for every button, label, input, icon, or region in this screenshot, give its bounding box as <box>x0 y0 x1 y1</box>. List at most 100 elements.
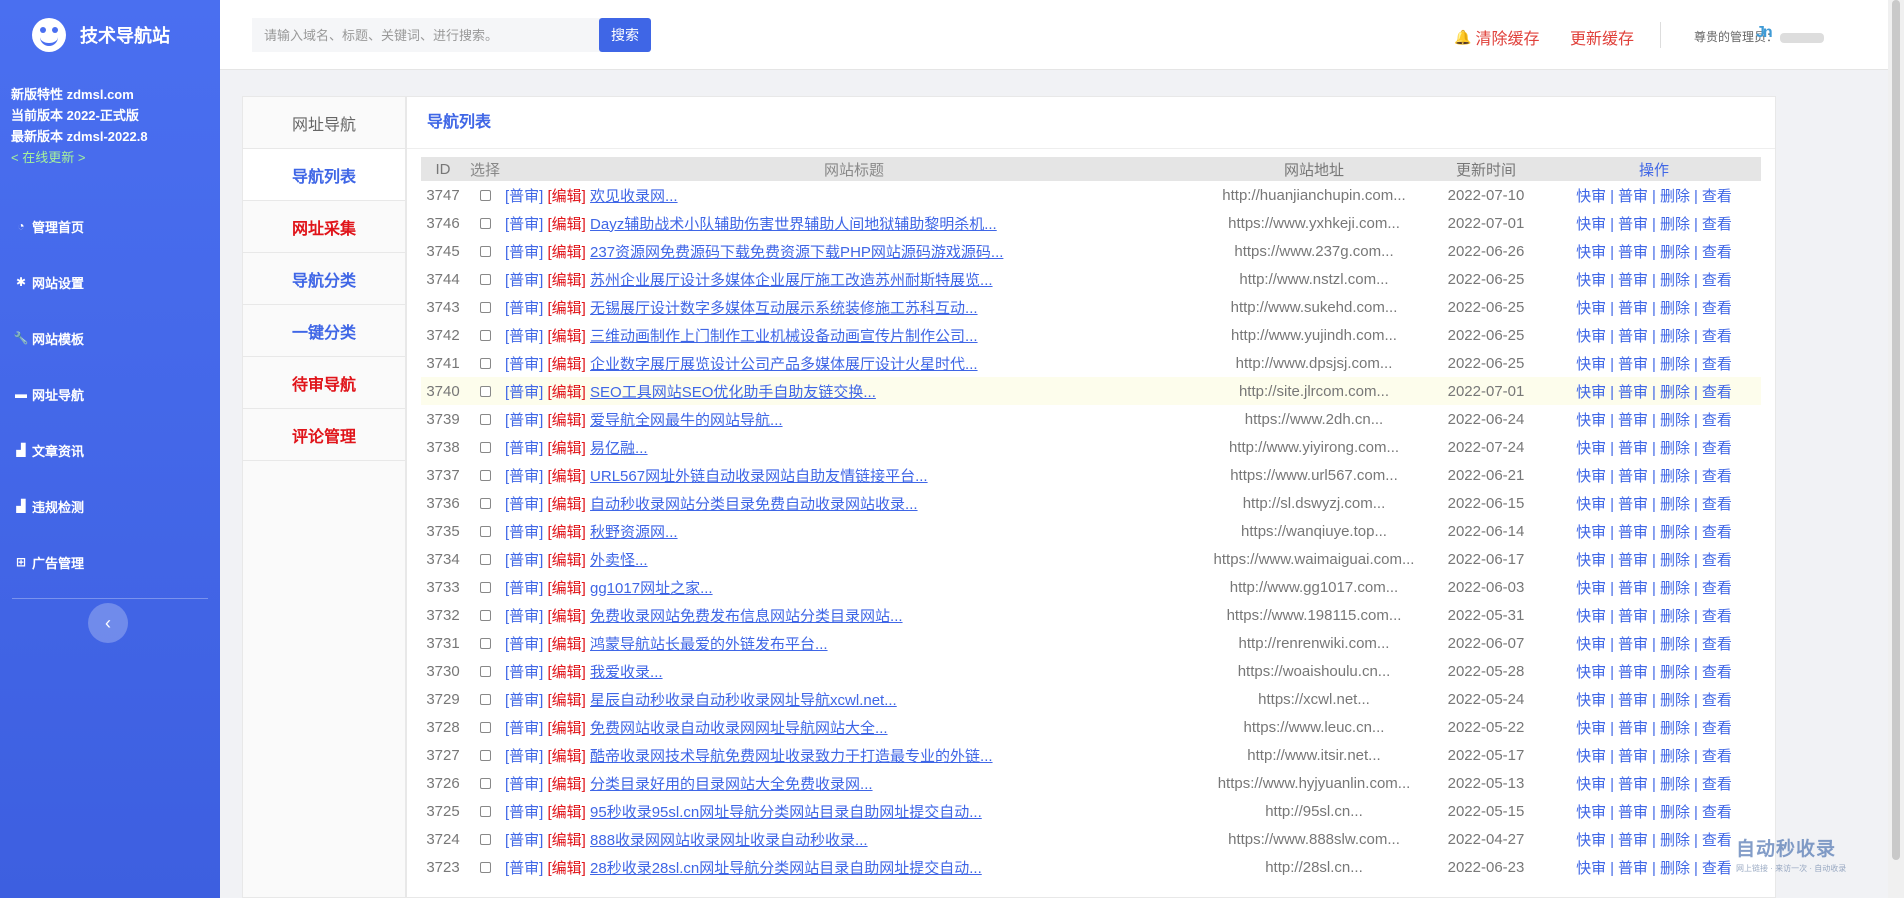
subnav-item-1[interactable]: 导航列表 <box>243 149 405 201</box>
view-link[interactable]: 查看 <box>1702 440 1732 457</box>
view-link[interactable]: 查看 <box>1702 300 1732 317</box>
site-title-link[interactable]: gg1017网址之家... <box>590 580 713 597</box>
subnav-item-6[interactable]: 评论管理 <box>243 409 405 461</box>
normal-audit-link[interactable]: 普审 <box>1618 356 1648 373</box>
delete-link[interactable]: 删除 <box>1660 468 1690 485</box>
edit-tag-link[interactable]: [编辑] <box>548 216 586 233</box>
edit-tag-link[interactable]: [编辑] <box>548 636 586 653</box>
quick-audit-link[interactable]: 快审 <box>1576 244 1606 261</box>
site-title-link[interactable]: 免费收录网站免费发布信息网站分类目录网站... <box>590 608 903 625</box>
quick-audit-link[interactable]: 快审 <box>1576 440 1606 457</box>
delete-link[interactable]: 删除 <box>1660 720 1690 737</box>
site-title-link[interactable]: 外卖怪... <box>590 552 648 569</box>
audit-tag-link[interactable]: [普审] <box>505 244 543 261</box>
row-select-checkbox[interactable] <box>479 778 491 790</box>
site-title-link[interactable]: SEO工具网站SEO优化助手自助友链交换... <box>590 384 876 401</box>
quick-audit-link[interactable]: 快审 <box>1576 272 1606 289</box>
edit-tag-link[interactable]: [编辑] <box>548 524 586 541</box>
audit-tag-link[interactable]: [普审] <box>505 748 543 765</box>
row-select-checkbox[interactable] <box>479 190 491 202</box>
edit-tag-link[interactable]: [编辑] <box>548 272 586 289</box>
audit-tag-link[interactable]: [普审] <box>505 580 543 597</box>
delete-link[interactable]: 删除 <box>1660 692 1690 709</box>
normal-audit-link[interactable]: 普审 <box>1618 552 1648 569</box>
row-select-checkbox[interactable] <box>479 722 491 734</box>
normal-audit-link[interactable]: 普审 <box>1618 300 1648 317</box>
audit-tag-link[interactable]: [普审] <box>505 356 543 373</box>
delete-link[interactable]: 删除 <box>1660 664 1690 681</box>
quick-audit-link[interactable]: 快审 <box>1576 832 1606 849</box>
audit-tag-link[interactable]: [普审] <box>505 468 543 485</box>
view-link[interactable]: 查看 <box>1702 748 1732 765</box>
delete-link[interactable]: 删除 <box>1660 832 1690 849</box>
delete-link[interactable]: 删除 <box>1660 188 1690 205</box>
edit-tag-link[interactable]: [编辑] <box>548 776 586 793</box>
row-select-checkbox[interactable] <box>479 610 491 622</box>
normal-audit-link[interactable]: 普审 <box>1618 524 1648 541</box>
view-link[interactable]: 查看 <box>1702 524 1732 541</box>
quick-audit-link[interactable]: 快审 <box>1576 384 1606 401</box>
site-title-link[interactable]: 鸿蒙导航站长最爱的外链发布平台... <box>590 636 828 653</box>
quick-audit-link[interactable]: 快审 <box>1576 636 1606 653</box>
view-link[interactable]: 查看 <box>1702 636 1732 653</box>
view-link[interactable]: 查看 <box>1702 832 1732 849</box>
edit-tag-link[interactable]: [编辑] <box>548 328 586 345</box>
view-link[interactable]: 查看 <box>1702 412 1732 429</box>
delete-link[interactable]: 删除 <box>1660 356 1690 373</box>
view-link[interactable]: 查看 <box>1702 720 1732 737</box>
delete-link[interactable]: 删除 <box>1660 216 1690 233</box>
edit-tag-link[interactable]: [编辑] <box>548 384 586 401</box>
search-input[interactable] <box>252 18 600 52</box>
quick-audit-link[interactable]: 快审 <box>1576 720 1606 737</box>
site-title-link[interactable]: 秋野资源网... <box>590 524 678 541</box>
edit-tag-link[interactable]: [编辑] <box>548 188 586 205</box>
audit-tag-link[interactable]: [普审] <box>505 692 543 709</box>
audit-tag-link[interactable]: [普审] <box>505 272 543 289</box>
sidebar-item-2[interactable]: ✱ 网站设置 <box>0 254 220 310</box>
normal-audit-link[interactable]: 普审 <box>1618 440 1648 457</box>
normal-audit-link[interactable]: 普审 <box>1618 384 1648 401</box>
view-link[interactable]: 查看 <box>1702 804 1732 821</box>
site-title-link[interactable]: 95秒收录95sl.cn网址导航分类网站目录自助网址提交自动... <box>590 804 982 821</box>
delete-link[interactable]: 删除 <box>1660 608 1690 625</box>
normal-audit-link[interactable]: 普审 <box>1618 720 1648 737</box>
audit-tag-link[interactable]: [普审] <box>505 664 543 681</box>
normal-audit-link[interactable]: 普审 <box>1618 832 1648 849</box>
row-select-checkbox[interactable] <box>479 498 491 510</box>
site-title-link[interactable]: 苏州企业展厅设计多媒体企业展厅施工改造苏州耐斯特展览... <box>590 272 993 289</box>
edit-tag-link[interactable]: [编辑] <box>548 244 586 261</box>
audit-tag-link[interactable]: [普审] <box>505 804 543 821</box>
quick-audit-link[interactable]: 快审 <box>1576 552 1606 569</box>
delete-link[interactable]: 删除 <box>1660 412 1690 429</box>
view-link[interactable]: 查看 <box>1702 776 1732 793</box>
clear-cache-button[interactable]: 🔔 清除缓存 <box>1454 25 1539 49</box>
search-button[interactable]: 搜索 <box>599 18 651 52</box>
row-select-checkbox[interactable] <box>479 386 491 398</box>
page-scrollbar[interactable] <box>1888 0 1904 898</box>
edit-tag-link[interactable]: [编辑] <box>548 440 586 457</box>
quick-audit-link[interactable]: 快审 <box>1576 776 1606 793</box>
delete-link[interactable]: 删除 <box>1660 440 1690 457</box>
delete-link[interactable]: 删除 <box>1660 384 1690 401</box>
online-update-link[interactable]: < 在线更新 > <box>11 147 220 168</box>
site-title-link[interactable]: 237资源网免费源码下载免费资源下载PHP网站源码游戏源码... <box>590 244 1003 261</box>
audit-tag-link[interactable]: [普审] <box>505 552 543 569</box>
quick-audit-link[interactable]: 快审 <box>1576 356 1606 373</box>
audit-tag-link[interactable]: [普审] <box>505 636 543 653</box>
normal-audit-link[interactable]: 普审 <box>1618 496 1648 513</box>
normal-audit-link[interactable]: 普审 <box>1618 272 1648 289</box>
audit-tag-link[interactable]: [普审] <box>505 608 543 625</box>
brand-logo[interactable]: 技术导航站 <box>0 0 220 70</box>
row-select-checkbox[interactable] <box>479 330 491 342</box>
quick-audit-link[interactable]: 快审 <box>1576 608 1606 625</box>
audit-tag-link[interactable]: [普审] <box>505 412 543 429</box>
row-select-checkbox[interactable] <box>479 862 491 874</box>
quick-audit-link[interactable]: 快审 <box>1576 580 1606 597</box>
quick-audit-link[interactable]: 快审 <box>1576 524 1606 541</box>
edit-tag-link[interactable]: [编辑] <box>548 412 586 429</box>
site-title-link[interactable]: Dayz辅助战术小队辅助伤害世界辅助人间地狱辅助黎明杀机... <box>590 216 997 233</box>
normal-audit-link[interactable]: 普审 <box>1618 776 1648 793</box>
subnav-item-5[interactable]: 待审导航 <box>243 357 405 409</box>
delete-link[interactable]: 删除 <box>1660 328 1690 345</box>
view-link[interactable]: 查看 <box>1702 328 1732 345</box>
